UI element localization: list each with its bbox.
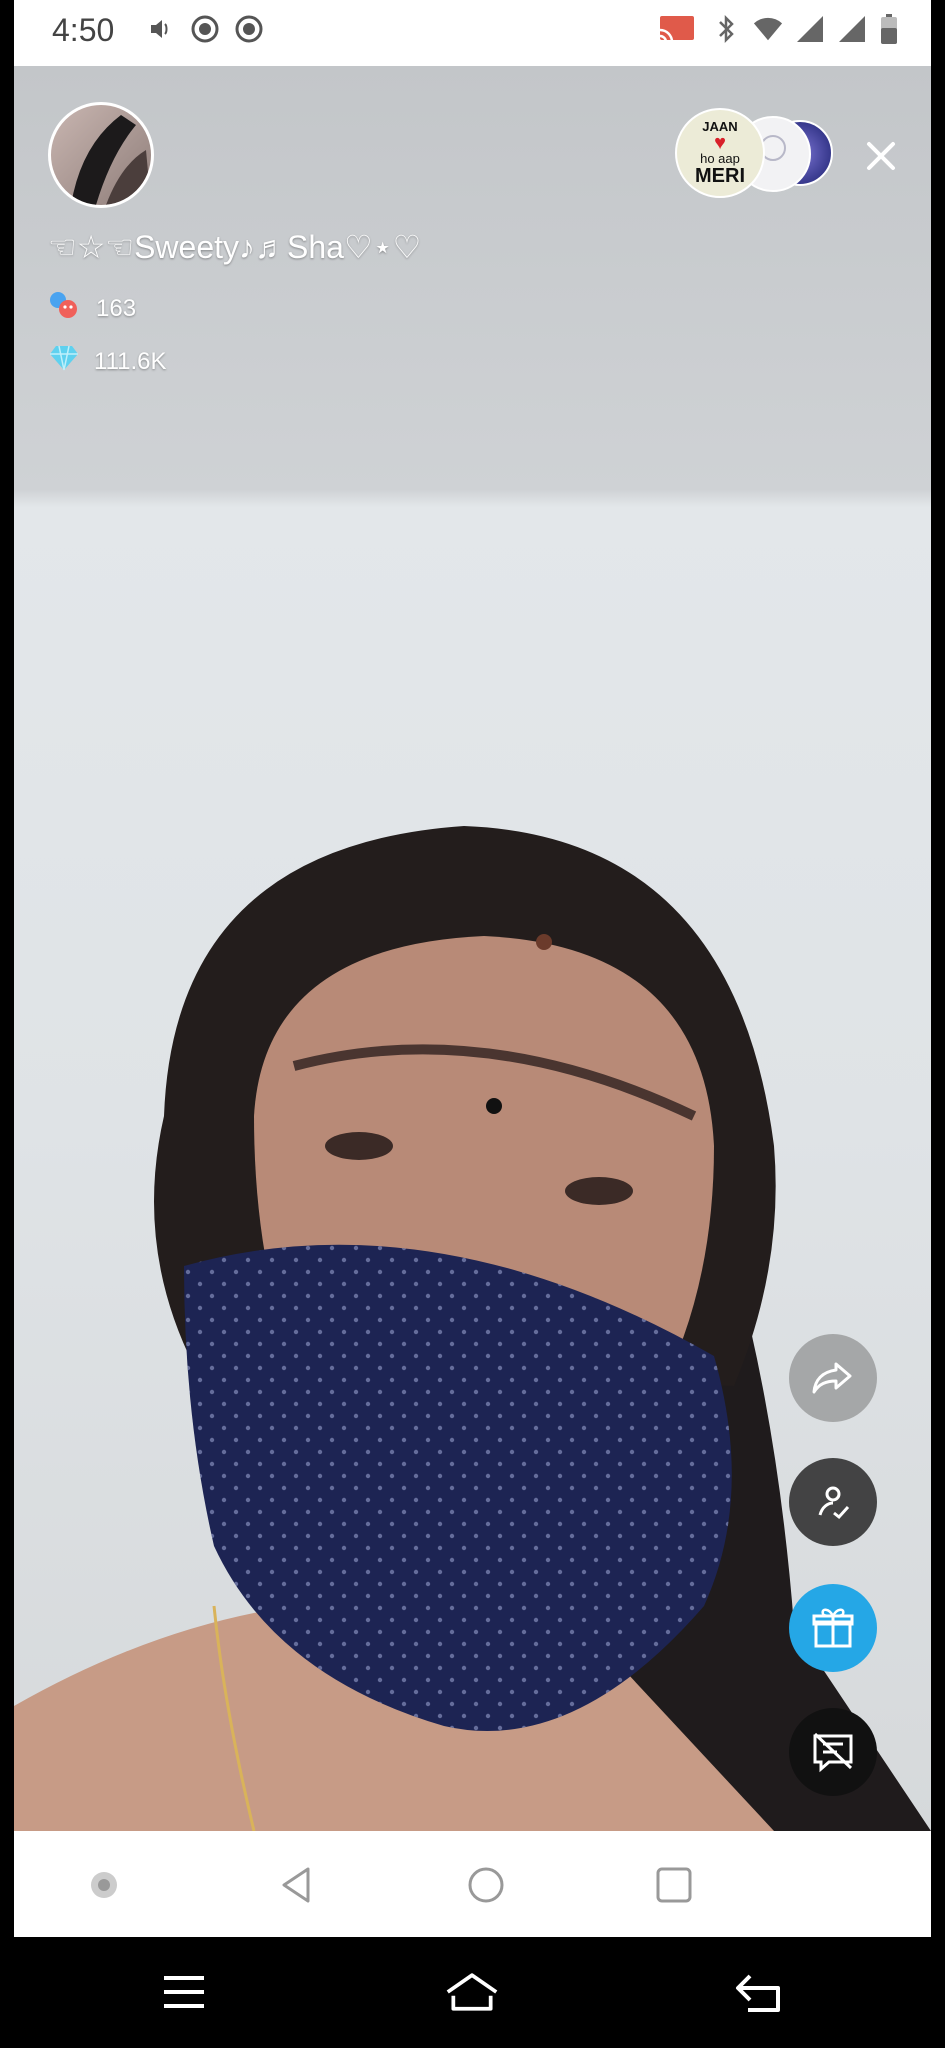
share-button[interactable]	[789, 1334, 877, 1422]
volume-icon	[146, 14, 176, 44]
status-left-icons	[146, 14, 264, 44]
hide-comments-button[interactable]	[789, 1708, 877, 1796]
video-frame	[14, 826, 931, 1831]
viewer-badge-line: MERI	[695, 165, 745, 187]
guest-invite-icon	[818, 1486, 850, 1520]
guest-invite-button[interactable]	[789, 1458, 877, 1546]
battery-icon	[879, 14, 899, 44]
top-viewers[interactable]: JAAN ♥ ho aap MERI	[675, 108, 835, 198]
system-navigation-bar	[0, 1937, 945, 2048]
viewers-icon	[48, 290, 82, 327]
heart-icon: ♥	[714, 132, 726, 154]
recents-square-icon[interactable]	[654, 1865, 694, 1905]
wifi-icon	[753, 14, 783, 44]
comments-off-icon	[813, 1732, 853, 1773]
home-icon[interactable]	[444, 1967, 500, 2017]
home-circle-icon[interactable]	[466, 1865, 506, 1905]
back-icon[interactable]	[732, 1967, 788, 2017]
dot-icon[interactable]	[84, 1865, 124, 1905]
status-time: 4:50	[52, 12, 115, 48]
status-bar: 4:50	[14, 0, 931, 66]
menu-icon[interactable]	[156, 1967, 212, 2017]
bluetooth-icon	[711, 14, 741, 44]
viewer-count-text: 163	[96, 294, 137, 322]
viewer-badge-line: ho aap	[700, 151, 740, 166]
record-icon	[234, 14, 264, 44]
host-name[interactable]: ☜☆☜Sweety♪♬Sha♡⋆♡	[48, 228, 421, 266]
app-navigation-bar	[14, 1831, 931, 1937]
diamond-count[interactable]: 111.6K	[48, 344, 167, 379]
gift-button[interactable]	[789, 1584, 877, 1672]
diamond-icon	[48, 344, 80, 379]
share-icon	[812, 1362, 852, 1394]
viewer-count[interactable]: 163	[48, 290, 136, 327]
viewer-avatar[interactable]: JAAN ♥ ho aap MERI	[675, 108, 765, 198]
signal-icon	[837, 14, 867, 44]
close-button[interactable]	[859, 134, 903, 178]
back-triangle-icon[interactable]	[276, 1865, 316, 1905]
status-right-icons	[655, 14, 899, 44]
host-avatar[interactable]	[48, 102, 154, 208]
record-icon	[190, 14, 220, 44]
diamond-count-text: 111.6K	[94, 347, 167, 375]
signal-icon	[795, 14, 825, 44]
cast-icon	[655, 14, 699, 44]
live-stream-view[interactable]: ☜☆☜Sweety♪♬Sha♡⋆♡ 163 111.6K JAAN ♥ ho a…	[14, 66, 931, 1831]
gift-icon	[812, 1608, 854, 1648]
close-icon	[867, 142, 895, 170]
